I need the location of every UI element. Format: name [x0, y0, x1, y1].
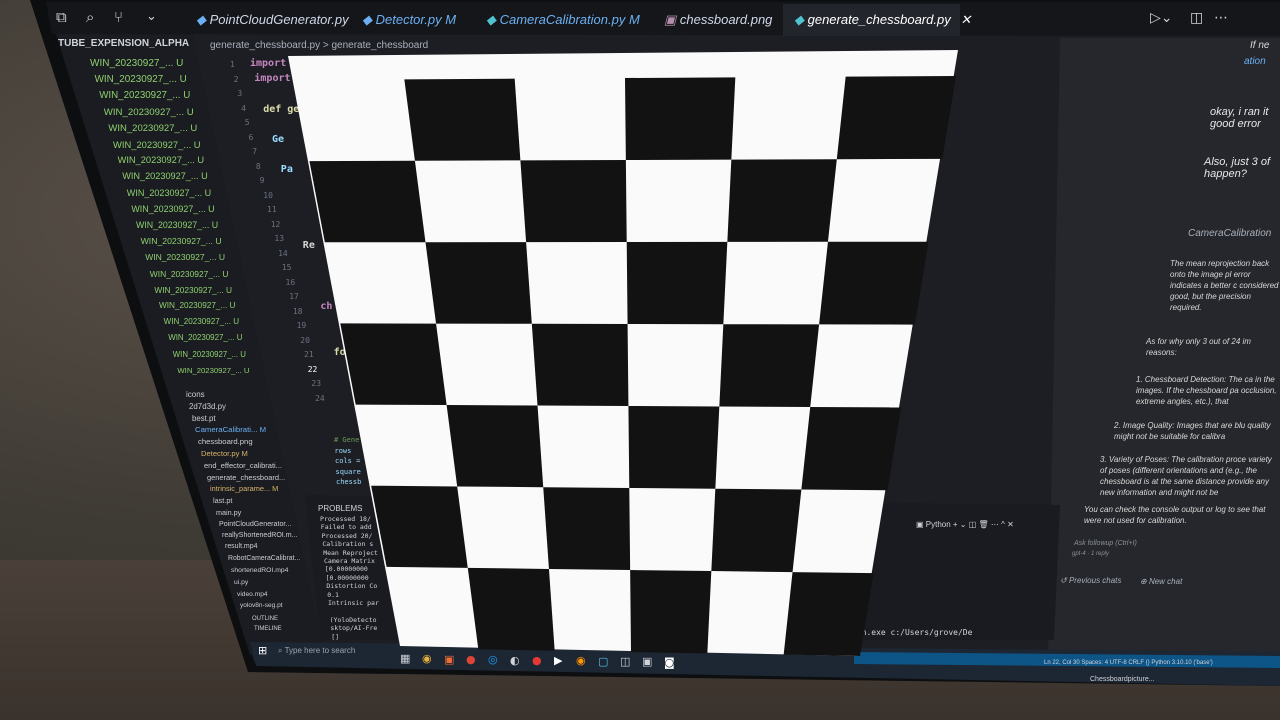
chessboard-square-black	[425, 242, 532, 324]
chessboard-preview-window[interactable]	[0, 0, 1280, 720]
chessboard-square-black	[783, 572, 874, 656]
chessboard-square-black	[626, 241, 728, 325]
chessboard-square-black	[801, 406, 902, 491]
chessboard-square-black	[340, 323, 447, 406]
chessboard-square-black	[727, 159, 837, 242]
chessboard-square-black	[819, 241, 929, 325]
chessboard-square-black	[371, 485, 468, 568]
chessboard-square-black	[446, 405, 544, 488]
chessboard-square-black	[467, 567, 555, 651]
chessboard-square-black	[404, 78, 521, 161]
chessboard-square-black	[630, 570, 712, 654]
chessboard-square-black	[625, 77, 736, 160]
chessboard-square-black	[719, 324, 820, 407]
chessboard-square-black	[543, 487, 631, 570]
chessboard-square-black	[309, 160, 426, 243]
monitor-screen: ⧉ ⌕ ⑂ ⌄ ◆ PointCloudGenerator.py ◆ Detec…	[0, 0, 1280, 720]
chessboard-square-black	[836, 76, 956, 160]
chessboard-square-black	[520, 160, 627, 243]
chessboard-square-black	[531, 323, 629, 406]
chessboard-square-black	[711, 488, 802, 573]
chessboard-square-black	[628, 406, 720, 489]
